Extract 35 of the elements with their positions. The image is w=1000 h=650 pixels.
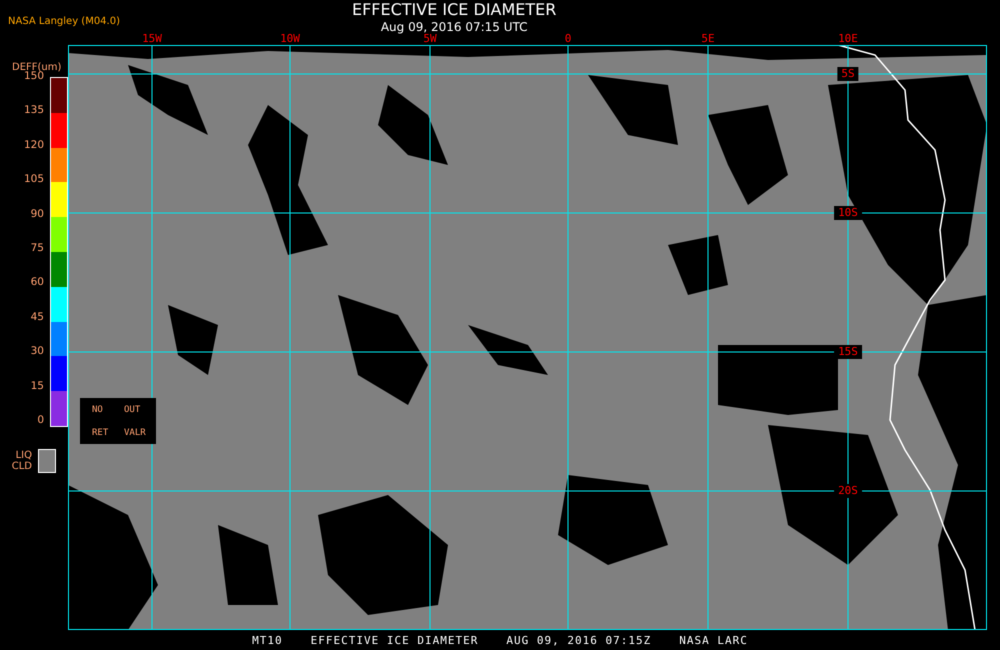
latitude-label: 15S	[834, 345, 862, 359]
legend-tick-label: 15	[30, 380, 44, 392]
legend-tick-label: 30	[30, 345, 44, 358]
longitude-label: 15W	[142, 33, 162, 45]
latitude-label: 10S	[834, 206, 862, 220]
legend-tick-label: 60	[30, 276, 44, 288]
legend-tick-label: 105	[24, 173, 44, 186]
legend-tick-label: 120	[24, 138, 44, 151]
map-timestamp: Aug 09, 2016 07:15 UTC	[380, 19, 528, 34]
longitude-label: 0	[564, 33, 572, 45]
footer-caption: MT10	[252, 634, 283, 646]
legend-tick-label: 150	[24, 70, 44, 82]
liquid-cloud-swatch	[38, 449, 56, 473]
footer-caption: EFFECTIVE ICE DIAMETER	[310, 634, 478, 646]
latitude-label: 20S	[834, 484, 862, 498]
longitude-label: 5W	[423, 33, 437, 45]
legend-tick-label: 45	[30, 310, 44, 323]
no-retrieval-label: VALR	[124, 428, 146, 438]
legend-tick-label: 135	[24, 104, 44, 116]
legend-tick-label: 75	[30, 242, 44, 254]
latitude-label: 5S	[837, 67, 859, 81]
map-title: EFFECTIVE ICE DIAMETER	[352, 1, 556, 19]
longitude-label: 10W	[280, 33, 300, 45]
no-retrieval-label: NO	[92, 404, 103, 414]
no-retrieval-label: OUT	[124, 404, 140, 414]
footer-caption: NASA LARC	[679, 634, 748, 646]
legend-unit: DEFF(um)	[12, 62, 62, 73]
source-label: NASA Langley (M04.0)	[8, 16, 120, 27]
legend-tick-label: 0	[37, 414, 44, 426]
legend-tick-label: 90	[30, 208, 44, 220]
no-retrieval-label: RET	[92, 428, 108, 438]
longitude-label: 5E	[701, 33, 715, 45]
liquid-cloud-label: LIQ CLD	[10, 450, 32, 472]
footer-caption: AUG 09, 2016 07:15Z	[506, 634, 652, 646]
longitude-label: 10E	[838, 33, 858, 45]
